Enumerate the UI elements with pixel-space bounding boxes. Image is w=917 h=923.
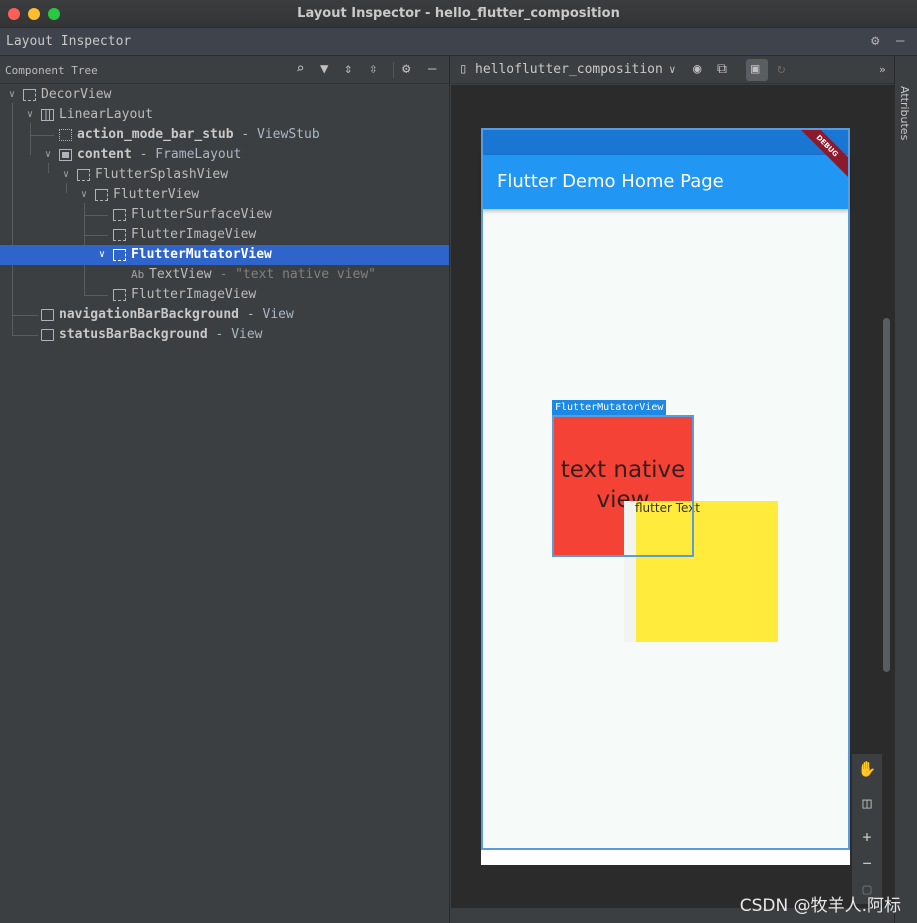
app-bar-title: Flutter Demo Home Page bbox=[497, 171, 724, 192]
view-icon bbox=[113, 289, 126, 301]
view-icon bbox=[41, 329, 54, 341]
eye-icon[interactable]: ◉ bbox=[693, 61, 701, 77]
preview-toolbar: ▯ helloflutter_composition ∨ ◉ ⧉ ▣ ↻ » bbox=[451, 56, 894, 84]
tree-node-fluttersplashview[interactable]: ∨ FlutterSplashView bbox=[0, 165, 449, 185]
tree-node-linearlayout[interactable]: ∨ LinearLayout bbox=[0, 105, 449, 125]
gear-icon[interactable]: ⚙ bbox=[402, 61, 410, 77]
device-icon: ▯ bbox=[459, 61, 468, 77]
chevron-down-icon[interactable]: ∨ bbox=[669, 63, 676, 76]
refresh-icon[interactable]: ↻ bbox=[777, 61, 785, 77]
debug-banner: DEBUG bbox=[790, 129, 850, 183]
process-selector[interactable]: helloflutter_composition bbox=[475, 62, 663, 77]
tree-node-label: FlutterImageView bbox=[131, 287, 257, 302]
tree-node-suffix: - "text native view" bbox=[211, 267, 376, 282]
watermark: CSDN @牧羊人.阿标 bbox=[739, 896, 901, 916]
viewstub-icon bbox=[59, 129, 72, 141]
attributes-tool-strip: Attributes bbox=[894, 56, 917, 923]
search-icon[interactable]: ⌕ bbox=[296, 61, 304, 77]
tree-node-fluttersurfaceview[interactable]: FlutterSurfaceView bbox=[0, 205, 449, 225]
tree-node-textview[interactable]: Ab TextView - "text native view" bbox=[0, 265, 449, 285]
tool-window-header: Layout Inspector ⚙ — bbox=[0, 28, 917, 56]
view-icon bbox=[113, 229, 126, 241]
tree-node-decorview[interactable]: ∨ DecorView bbox=[0, 85, 449, 105]
tree-node-content[interactable]: ∨ content - FrameLayout bbox=[0, 145, 449, 165]
frame-layout-icon bbox=[59, 149, 72, 161]
pan-hand-icon[interactable]: ✋ bbox=[852, 754, 882, 784]
toolbar-divider bbox=[393, 62, 394, 78]
tree-node-label: FlutterSurfaceView bbox=[131, 207, 272, 222]
tree-node-label: DecorView bbox=[41, 87, 112, 102]
chevron-down-icon[interactable]: ∨ bbox=[24, 105, 36, 125]
linear-layout-icon bbox=[41, 109, 54, 121]
layer-icon[interactable]: ⧉ bbox=[717, 61, 727, 77]
minus-icon[interactable]: — bbox=[896, 33, 904, 49]
component-tree-toolbar: Component Tree ⌕ ▼ ⇕ ⇳ ⚙ — bbox=[0, 56, 450, 84]
layer-spacing-icon[interactable]: ◫ bbox=[852, 788, 882, 818]
navigation-bar-area bbox=[481, 851, 850, 865]
tree-node-suffix: - FrameLayout bbox=[131, 147, 242, 162]
chevron-down-icon[interactable]: ∨ bbox=[42, 145, 54, 165]
vertical-scrollbar[interactable] bbox=[883, 318, 890, 672]
tree-node-label: content bbox=[77, 147, 132, 162]
attributes-tab[interactable]: Attributes bbox=[898, 86, 911, 140]
view-icon bbox=[41, 309, 54, 321]
tree-node-statusbarbackground[interactable]: statusBarBackground - View bbox=[0, 325, 449, 345]
component-tree-panel: Component Tree ⌕ ▼ ⇕ ⇳ ⚙ — ∨ DecorView ∨… bbox=[0, 56, 450, 923]
device-preview-canvas[interactable]: Flutter Demo Home Page DEBUG text native… bbox=[451, 85, 894, 918]
tree-node-suffix: - ViewStub bbox=[233, 127, 320, 142]
tree-node-label: FlutterImageView bbox=[131, 227, 257, 242]
tool-window-title: Layout Inspector bbox=[6, 34, 132, 49]
tree-node-suffix: - View bbox=[207, 327, 263, 342]
gear-icon[interactable]: ⚙ bbox=[871, 33, 879, 49]
zoom-toolbar: ✋ ◫ + − ▢ bbox=[852, 754, 882, 904]
tree-node-flutterview[interactable]: ∨ FlutterView bbox=[0, 185, 449, 205]
view-icon bbox=[113, 209, 126, 221]
debug-banner-container: DEBUG bbox=[790, 129, 850, 189]
tree-node-label: TextView bbox=[149, 267, 212, 282]
tree-node-label: LinearLayout bbox=[59, 107, 153, 122]
tree-node-flutterimageview-2[interactable]: FlutterImageView bbox=[0, 285, 449, 305]
mutator-view-selection-outline bbox=[552, 415, 694, 557]
tree-node-label: FlutterView bbox=[113, 187, 200, 202]
chevron-down-icon[interactable]: ∨ bbox=[96, 245, 108, 265]
expand-all-icon[interactable]: ⇕ bbox=[344, 61, 352, 77]
view-icon bbox=[113, 249, 126, 261]
device-screen[interactable]: Flutter Demo Home Page DEBUG text native… bbox=[481, 129, 850, 865]
tree-node-flutterimageview[interactable]: FlutterImageView bbox=[0, 225, 449, 245]
live-updates-icon[interactable]: ▣ bbox=[751, 61, 759, 77]
chevron-down-icon[interactable]: ∨ bbox=[78, 185, 90, 205]
view-icon bbox=[95, 189, 108, 201]
tree-node-label: statusBarBackground bbox=[59, 327, 208, 342]
tree-node-label: action_mode_bar_stub bbox=[77, 127, 234, 142]
tree-node-action-mode-bar-stub[interactable]: action_mode_bar_stub - ViewStub bbox=[0, 125, 449, 145]
tree-node-label: navigationBarBackground bbox=[59, 307, 240, 322]
chevron-down-icon[interactable]: ∨ bbox=[6, 85, 18, 105]
mutator-view-label: FlutterMutatorView bbox=[552, 400, 667, 415]
component-tree-title: Component Tree bbox=[5, 64, 98, 77]
chevron-down-icon[interactable]: ∨ bbox=[60, 165, 72, 185]
window-title-bar: Layout Inspector - hello_flutter_composi… bbox=[0, 0, 917, 28]
filter-icon[interactable]: ▼ bbox=[320, 61, 328, 77]
view-icon bbox=[77, 169, 90, 181]
tree-node-navigationbarbackground[interactable]: navigationBarBackground - View bbox=[0, 305, 449, 325]
collapse-all-icon[interactable]: ⇳ bbox=[369, 61, 377, 77]
tree-node-suffix: - View bbox=[239, 307, 294, 322]
view-icon bbox=[23, 89, 36, 101]
chevron-double-right-icon[interactable]: » bbox=[879, 63, 886, 76]
tree-node-label: FlutterMutatorView bbox=[131, 247, 272, 262]
minus-icon[interactable]: — bbox=[428, 61, 436, 77]
tree-node-label: FlutterSplashView bbox=[95, 167, 229, 182]
window-title: Layout Inspector - hello_flutter_composi… bbox=[297, 6, 620, 21]
tree-node-fluttermutatorview[interactable]: ∨ FlutterMutatorView bbox=[0, 245, 449, 265]
text-view-icon: Ab bbox=[131, 268, 145, 281]
